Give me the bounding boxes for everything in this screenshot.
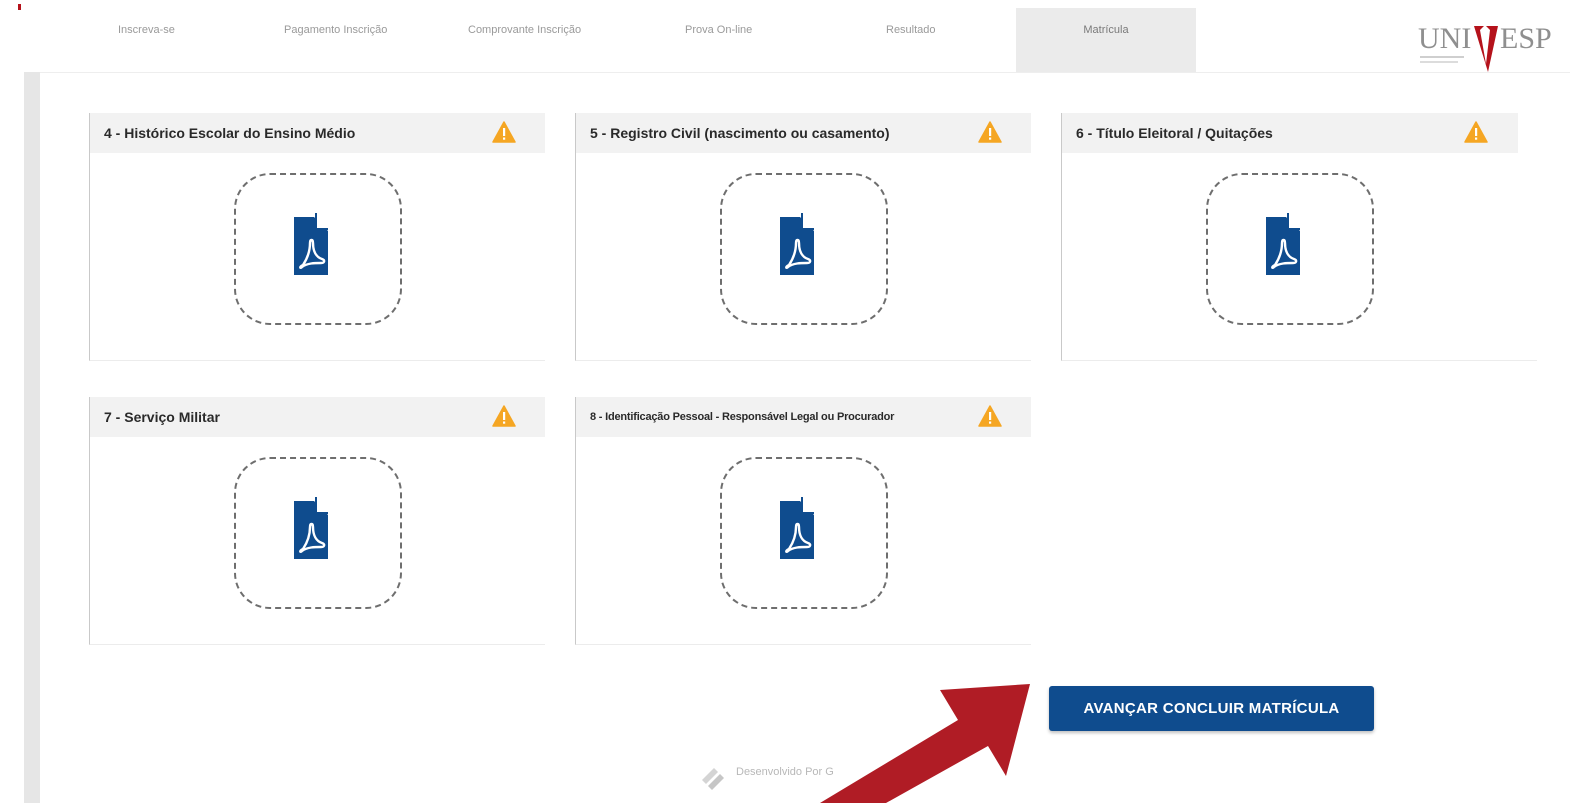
- card-title: 4 - Histórico Escolar do Ensino Médio: [104, 125, 356, 141]
- document-card-registro-civil: 5 - Registro Civil (nascimento ou casame…: [575, 113, 1031, 361]
- document-card-servico-militar: 7 - Serviço Militar: [89, 397, 545, 645]
- card-title: 7 - Serviço Militar: [104, 409, 220, 425]
- advance-complete-enrollment-button[interactable]: AVANÇAR CONCLUIR MATRÍCULA: [1049, 686, 1374, 731]
- pdf-icon: [1266, 213, 1300, 275]
- nav-divider: [40, 72, 1570, 73]
- logo-text: UNIVESP: [1568, 20, 1569, 21]
- tab-resultado[interactable]: Resultado: [886, 8, 936, 72]
- pdf-icon: [780, 213, 814, 275]
- card-title: 5 - Registro Civil (nascimento ou casame…: [590, 125, 890, 141]
- pdf-icon: [294, 213, 328, 275]
- warning-icon: [492, 121, 516, 143]
- file-upload-dropzone[interactable]: [234, 457, 402, 609]
- warning-icon: [492, 405, 516, 427]
- card-header: 7 - Serviço Militar: [90, 397, 545, 437]
- tab-prova-online[interactable]: Prova On-line: [685, 8, 752, 72]
- pdf-icon: [780, 497, 814, 559]
- svg-text:ESP: ESP: [1500, 22, 1552, 55]
- pdf-icon: [294, 497, 328, 559]
- card-header: 8 - Identificação Pessoal - Responsável …: [576, 397, 1031, 437]
- logo-mark: UNI ESP: [1418, 22, 1552, 72]
- file-upload-dropzone[interactable]: [1206, 173, 1374, 325]
- card-header: 4 - Histórico Escolar do Ensino Médio: [90, 113, 545, 153]
- file-upload-dropzone[interactable]: [720, 173, 888, 325]
- univesp-logo: UNI ESP UNIVESP: [1418, 20, 1568, 72]
- card-header: 6 - Título Eleitoral / Quitações: [1062, 113, 1518, 153]
- tab-pagamento-inscricao[interactable]: Pagamento Inscrição: [284, 8, 387, 72]
- document-card-identificacao-pessoal: 8 - Identificação Pessoal - Responsável …: [575, 397, 1031, 645]
- file-upload-dropzone[interactable]: [234, 173, 402, 325]
- tab-inscreva-se[interactable]: Inscreva-se: [118, 8, 175, 72]
- developer-logo-icon: [702, 768, 724, 790]
- red-pointer-arrow-icon: [820, 684, 1030, 803]
- card-header: 5 - Registro Civil (nascimento ou casame…: [576, 113, 1031, 153]
- warning-icon: [978, 121, 1002, 143]
- svg-text:UNI: UNI: [1418, 22, 1471, 55]
- tab-comprovante-inscricao[interactable]: Comprovante Inscrição: [468, 8, 581, 72]
- left-scroll-gutter: [24, 72, 40, 803]
- file-upload-dropzone[interactable]: [720, 457, 888, 609]
- step-navigation: Inscreva-se Pagamento Inscrição Comprova…: [0, 8, 1584, 72]
- document-card-historico-escolar: 4 - Histórico Escolar do Ensino Médio: [89, 113, 545, 361]
- tab-matricula[interactable]: Matrícula: [1016, 8, 1196, 72]
- card-title: 6 - Título Eleitoral / Quitações: [1076, 125, 1273, 141]
- card-title: 8 - Identificação Pessoal - Responsável …: [590, 411, 895, 423]
- document-card-titulo-eleitoral: 6 - Título Eleitoral / Quitações: [1061, 113, 1537, 361]
- warning-icon: [1464, 121, 1488, 143]
- warning-icon: [978, 405, 1002, 427]
